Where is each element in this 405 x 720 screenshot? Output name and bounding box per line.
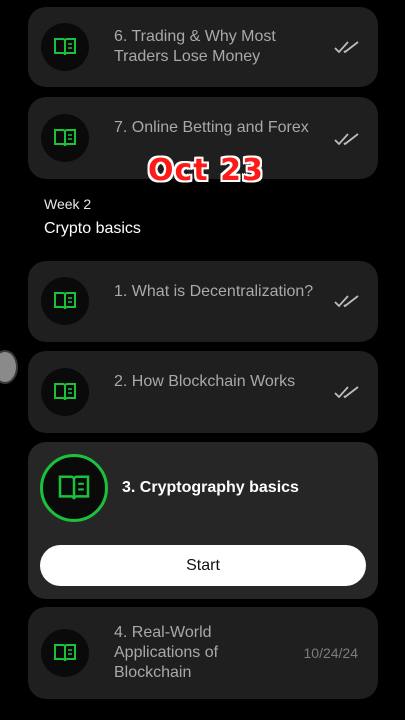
lesson-card[interactable]: 6. Trading & Why Most Traders Lose Money	[28, 7, 378, 87]
start-button[interactable]: Start	[40, 545, 366, 586]
week-title: Crypto basics	[44, 220, 141, 237]
lesson-title: 4. Real-World Applications of Blockchain	[114, 624, 219, 681]
lesson-card[interactable]: 2. How Blockchain Works	[28, 351, 378, 433]
double-check-icon	[334, 295, 359, 308]
lesson-date: 10/24/24	[303, 645, 359, 661]
lesson-title: 6. Trading & Why Most Traders Lose Money	[114, 28, 276, 65]
book-icon	[41, 368, 89, 416]
lesson-title: 7. Online Betting and Forex	[114, 119, 309, 136]
active-lesson-card[interactable]: 3. Cryptography basics Start	[28, 442, 378, 599]
double-check-icon	[334, 386, 359, 399]
book-icon	[41, 277, 89, 325]
lesson-card[interactable]: 1. What is Decentralization?	[28, 261, 378, 342]
floating-handle[interactable]	[0, 350, 18, 384]
double-check-icon	[334, 41, 359, 54]
week-label: Week 2	[44, 196, 92, 212]
date-stamp-overlay: Oct 23	[148, 153, 264, 188]
active-lesson-title: 3. Cryptography basics	[122, 479, 299, 496]
book-icon	[41, 114, 89, 162]
lesson-title: 2. How Blockchain Works	[114, 373, 296, 390]
book-icon	[41, 629, 89, 677]
book-icon	[40, 454, 108, 522]
double-check-icon	[334, 133, 359, 146]
lesson-title: 1. What is Decentralization?	[114, 283, 314, 300]
book-icon	[41, 23, 89, 71]
lesson-card[interactable]: 4. Real-World Applications of Blockchain…	[28, 607, 378, 699]
